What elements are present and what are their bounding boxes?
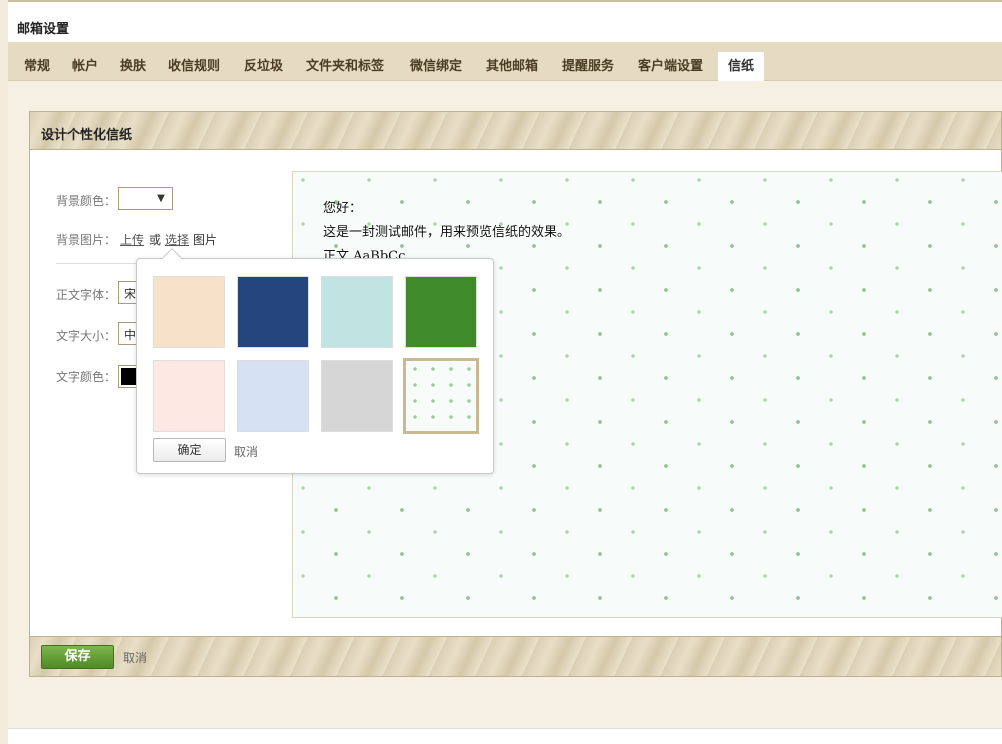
upload-image-link[interactable]: 上传 <box>120 231 144 248</box>
preview-greeting: 您好： <box>323 201 363 216</box>
text-color-label: 文字颜色： <box>56 370 117 384</box>
popup-confirm-button[interactable]: 确定 <box>153 438 226 462</box>
image-text: 图片 <box>193 233 218 247</box>
popup-cancel-link[interactable]: 取消 <box>234 443 258 460</box>
thumbnail-aqua-damask[interactable] <box>321 276 393 348</box>
thumbnail-white-leaf-pattern[interactable] <box>403 358 479 434</box>
thumbnail-navy-texture[interactable] <box>237 276 309 348</box>
save-button[interactable]: 保存 <box>41 645 114 669</box>
font-label: 正文字体： <box>56 288 117 302</box>
tab-account[interactable]: 帐户 <box>62 52 108 81</box>
chevron-down-icon: ▼ <box>157 193 165 204</box>
bg-color-label: 背景颜色： <box>56 194 117 208</box>
or-text: 或 <box>149 233 162 247</box>
preview-body: 这是一封测试邮件，用来预览信纸的效果。 <box>323 225 571 240</box>
tab-anti-spam[interactable]: 反垃圾 <box>234 52 293 81</box>
panel-header: 设计个性化信纸 <box>30 112 1001 150</box>
size-label: 文字大小： <box>56 329 117 343</box>
tab-folders-labels[interactable]: 文件夹和标签 <box>296 52 394 81</box>
tab-wechat-binding[interactable]: 微信绑定 <box>400 52 472 81</box>
bg-image-label: 背景图片： <box>56 233 117 247</box>
page-title: 邮箱设置 <box>17 22 70 37</box>
thumbnail-green-grass[interactable] <box>405 276 477 348</box>
page-header: 邮箱设置 <box>8 0 1002 42</box>
thumbnail-pink-floral[interactable] <box>153 360 225 432</box>
background-image-picker: 确定 取消 <box>136 248 494 474</box>
cancel-link[interactable]: 取消 <box>123 649 147 666</box>
tab-general[interactable]: 常规 <box>14 52 60 81</box>
bg-color-select[interactable]: ▼ <box>118 187 173 210</box>
bottom-strip <box>8 728 1002 744</box>
thumbnail-gray-marble[interactable] <box>321 360 393 432</box>
tab-mail-rules[interactable]: 收信规则 <box>158 52 230 81</box>
thumbnail-light-blue-floral[interactable] <box>237 360 309 432</box>
panel-title: 设计个性化信纸 <box>41 128 133 143</box>
choose-image-link[interactable]: 选择 <box>165 231 189 248</box>
tab-other-mailboxes[interactable]: 其他邮箱 <box>476 52 548 81</box>
tab-stationery[interactable]: 信纸 <box>718 52 765 81</box>
settings-tab-bar: 常规 帐户 换肤 收信规则 反垃圾 文件夹和标签 微信绑定 其他邮箱 提醒服务 … <box>8 42 1002 81</box>
tab-skin[interactable]: 换肤 <box>110 52 156 81</box>
tab-reminders[interactable]: 提醒服务 <box>552 52 624 81</box>
panel-footer: 保存 取消 <box>30 636 1001 676</box>
thumbnail-beige-parchment[interactable] <box>153 276 225 348</box>
tab-client-settings[interactable]: 客户端设置 <box>628 52 713 81</box>
